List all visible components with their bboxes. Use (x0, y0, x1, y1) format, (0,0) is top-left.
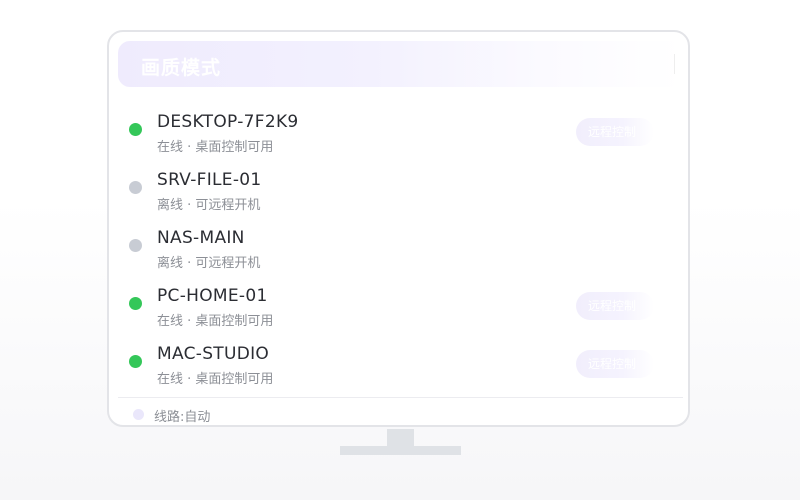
device-row-nas-main[interactable]: NAS-MAIN 离线 · 可远程开机 (109, 224, 688, 282)
device-status: 在线 · 桌面控制可用 (157, 140, 274, 155)
device-row-srv-file-01[interactable]: SRV-FILE-01 离线 · 可远程开机 (109, 166, 688, 224)
device-status: 在线 · 桌面控制可用 (157, 372, 274, 387)
monitor-stand-base (340, 446, 461, 455)
device-name: DESKTOP-7F2K9 (157, 112, 299, 132)
offline-status-icon (129, 181, 142, 194)
remote-control-button[interactable]: 远程控制 (576, 350, 654, 378)
route-status-icon (133, 409, 144, 420)
device-list: DESKTOP-7F2K9 在线 · 桌面控制可用 远程控制 SRV-FILE-… (109, 108, 688, 398)
quality-mode-header[interactable]: 画质模式 (118, 41, 683, 87)
monitor-stand-neck (387, 429, 414, 446)
device-name: SRV-FILE-01 (157, 170, 262, 190)
device-name: NAS-MAIN (157, 228, 245, 248)
device-row-mac-studio[interactable]: MAC-STUDIO 在线 · 桌面控制可用 远程控制 (109, 340, 688, 398)
device-name: MAC-STUDIO (157, 344, 270, 364)
device-name: PC-HOME-01 (157, 286, 268, 306)
device-row-pc-home-01[interactable]: PC-HOME-01 在线 · 桌面控制可用 远程控制 (109, 282, 688, 340)
monitor-screen: 画质模式 DESKTOP-7F2K9 在线 · 桌面控制可用 远程控制 SRV-… (107, 30, 690, 427)
header-divider (674, 54, 675, 74)
device-status: 离线 · 可远程开机 (157, 198, 261, 213)
route-label[interactable]: 线路:自动 (154, 406, 210, 425)
online-status-icon (129, 355, 142, 368)
remote-control-button[interactable]: 远程控制 (576, 292, 654, 320)
device-row-desktop-7f2k9[interactable]: DESKTOP-7F2K9 在线 · 桌面控制可用 远程控制 (109, 108, 688, 166)
online-status-icon (129, 123, 142, 136)
footer-divider (118, 397, 683, 398)
device-status: 在线 · 桌面控制可用 (157, 314, 274, 329)
offline-status-icon (129, 239, 142, 252)
remote-control-button[interactable]: 远程控制 (576, 118, 654, 146)
device-status: 离线 · 可远程开机 (157, 256, 261, 271)
quality-mode-title: 画质模式 (141, 57, 222, 79)
online-status-icon (129, 297, 142, 310)
